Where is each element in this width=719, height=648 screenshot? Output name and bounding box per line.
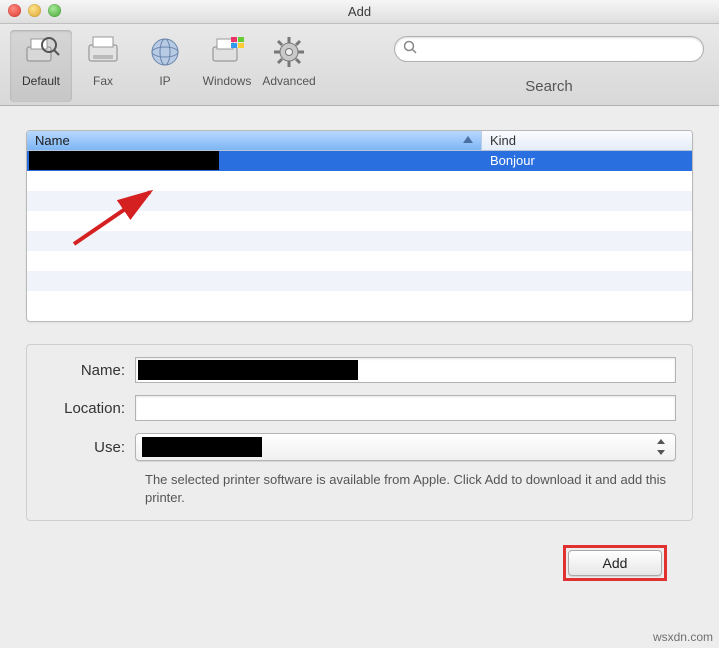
- add-button[interactable]: Add: [568, 550, 662, 576]
- use-label: Use:: [43, 439, 135, 456]
- use-select[interactable]: [135, 433, 676, 461]
- toolbar-label: IP: [159, 74, 170, 88]
- redacted-block: [29, 151, 219, 170]
- name-field[interactable]: [135, 357, 676, 383]
- sort-ascending-icon: [463, 136, 473, 143]
- titlebar: Add: [0, 0, 719, 24]
- redacted-block: [138, 360, 358, 380]
- toolbar-label: Advanced: [262, 74, 315, 88]
- toolbar-label: Default: [22, 74, 60, 88]
- search-field[interactable]: [394, 36, 704, 62]
- search-area: Search: [389, 30, 709, 95]
- location-label: Location:: [43, 400, 135, 417]
- software-hint-text: The selected printer software is availab…: [145, 471, 676, 506]
- printer-search-icon: [20, 32, 62, 72]
- column-header-kind[interactable]: Kind: [482, 131, 692, 150]
- watermark: wsxdn.com: [653, 630, 713, 644]
- minimize-window-button[interactable]: [28, 4, 41, 17]
- location-field[interactable]: [135, 395, 676, 421]
- window-controls: [8, 4, 61, 17]
- form-row-use: Use:: [43, 433, 676, 461]
- toolbar-item-windows[interactable]: Windows: [196, 30, 258, 102]
- footer: Add: [26, 545, 693, 581]
- column-header-label: Kind: [490, 133, 516, 148]
- windows-printer-icon: [206, 32, 248, 72]
- zoom-window-button[interactable]: [48, 4, 61, 17]
- gear-icon: [268, 32, 310, 72]
- toolbar-label: Windows: [203, 74, 252, 88]
- printer-row-empty: [27, 191, 692, 211]
- fax-icon: [82, 32, 124, 72]
- close-window-button[interactable]: [8, 4, 21, 17]
- printer-row-empty: [27, 291, 692, 311]
- search-label: Search: [525, 78, 573, 95]
- toolbar-label: Fax: [93, 74, 113, 88]
- printer-row-empty: [27, 271, 692, 291]
- toolbar-item-ip[interactable]: IP: [134, 30, 196, 102]
- content: Name Kind Bonjour: [0, 106, 719, 591]
- printer-list-header: Name Kind: [27, 131, 692, 151]
- updown-stepper-icon: [655, 439, 667, 455]
- toolbar-item-default[interactable]: Default: [10, 30, 72, 102]
- printer-row[interactable]: Bonjour: [27, 151, 692, 171]
- toolbar-item-fax[interactable]: Fax: [72, 30, 134, 102]
- printer-row-empty: [27, 211, 692, 231]
- printer-list[interactable]: Name Kind Bonjour: [26, 130, 693, 322]
- printer-row-empty: [27, 171, 692, 191]
- printer-row-empty: [27, 251, 692, 271]
- globe-icon: [144, 32, 186, 72]
- search-icon: [403, 40, 418, 58]
- window-title: Add: [348, 4, 371, 19]
- printer-name-cell: [27, 151, 482, 171]
- printer-list-body: Bonjour: [27, 151, 692, 321]
- annotation-highlight: Add: [563, 545, 667, 581]
- form-row-location: Location:: [43, 395, 676, 421]
- printer-kind-cell: Bonjour: [482, 151, 692, 171]
- toolbar-item-advanced[interactable]: Advanced: [258, 30, 320, 102]
- printer-row-empty: [27, 231, 692, 251]
- redacted-block: [142, 437, 262, 457]
- toolbar: Default Fax IP: [0, 24, 719, 106]
- search-input[interactable]: [418, 42, 695, 57]
- printer-detail-panel: Name: Location: Use: The selected printe…: [26, 344, 693, 521]
- form-row-name: Name:: [43, 357, 676, 383]
- column-header-name[interactable]: Name: [27, 131, 482, 150]
- column-header-label: Name: [35, 133, 70, 148]
- name-label: Name:: [43, 362, 135, 379]
